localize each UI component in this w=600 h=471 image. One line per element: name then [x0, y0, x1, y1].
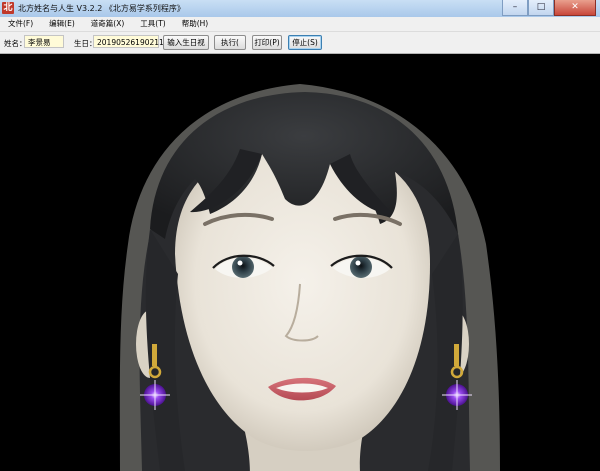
face-canvas: [0, 54, 600, 471]
window-title: 北方姓名与人生 V3.2.2 《北方易学系列程序》: [18, 4, 185, 13]
run-button[interactable]: 执行(: [214, 35, 246, 50]
title-bar: 北 北方姓名与人生 V3.2.2 《北方易学系列程序》 – □ ✕: [0, 0, 600, 18]
menu-help[interactable]: 帮助(H): [174, 17, 217, 31]
print-button[interactable]: 打印(P): [252, 35, 282, 50]
window-controls: – □ ✕: [502, 0, 596, 16]
menu-daoqi[interactable]: 道奇篇(X): [83, 17, 133, 31]
menu-tools[interactable]: 工具(T): [132, 17, 173, 31]
menu-file[interactable]: 文件(F): [0, 17, 41, 31]
enter-birth-button[interactable]: 输入生日视: [163, 35, 209, 50]
menu-bar: 文件(F) 编辑(E) 道奇篇(X) 工具(T) 帮助(H): [0, 17, 600, 32]
portrait-illustration: [0, 54, 600, 471]
minimize-button[interactable]: –: [502, 0, 528, 16]
maximize-button[interactable]: □: [528, 0, 554, 16]
stop-button[interactable]: 停止(S): [288, 35, 322, 50]
menu-edit[interactable]: 编辑(E): [41, 17, 83, 31]
name-field[interactable]: 李景易: [24, 35, 64, 48]
close-button[interactable]: ✕: [554, 0, 596, 16]
toolbar: 姓名： 李景易 生日： 201905261902110 输入生日视 执行( 打印…: [0, 32, 600, 54]
app-icon: 北: [2, 2, 14, 14]
birth-field[interactable]: 201905261902110: [93, 35, 169, 48]
